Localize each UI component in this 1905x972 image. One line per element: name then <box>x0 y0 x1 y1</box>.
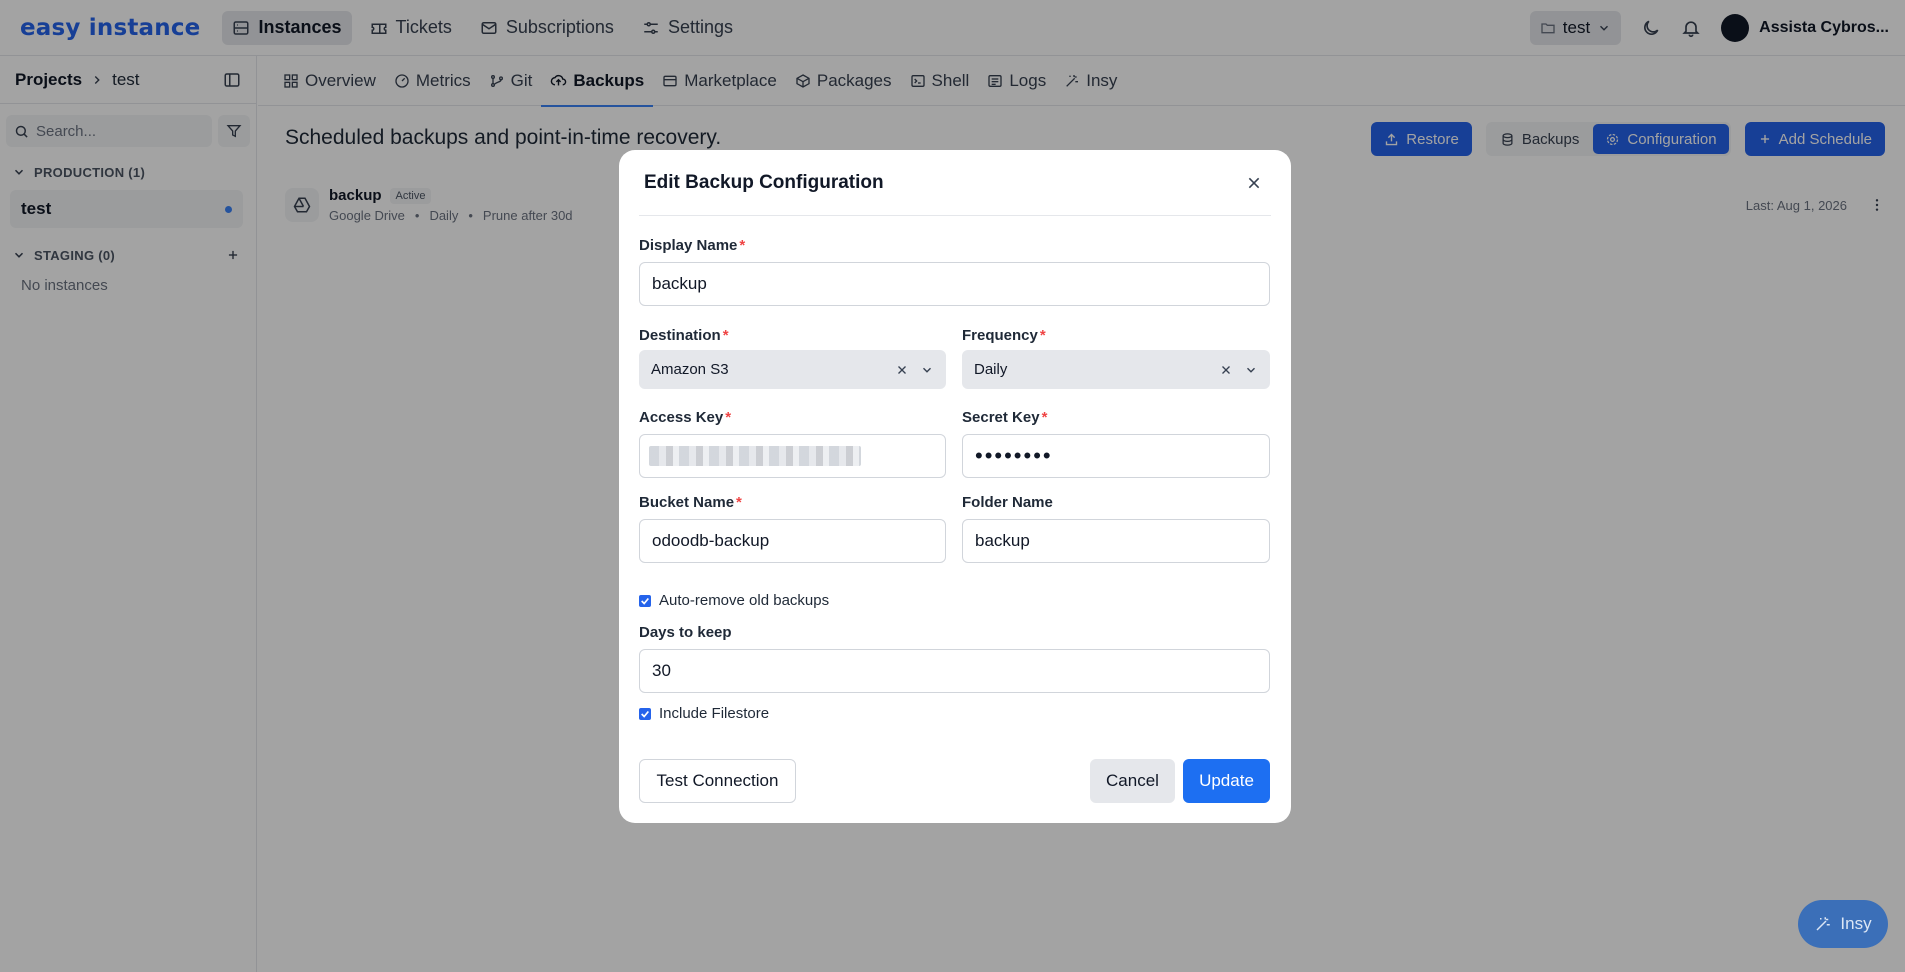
required-marker: * <box>722 327 729 344</box>
folder-name-label: Folder Name <box>962 494 1053 511</box>
folder-name-label-text: Folder Name <box>962 494 1053 511</box>
destination-select[interactable]: Amazon S3 <box>639 350 946 389</box>
wand-icon <box>1816 917 1831 931</box>
clear-icon[interactable] <box>896 364 908 376</box>
bucket-name-label: Bucket Name * <box>639 494 742 511</box>
folder-name-input[interactable]: backup <box>962 519 1270 563</box>
include-filestore-checkbox[interactable] <box>639 707 651 720</box>
include-filestore-label: Include Filestore <box>659 705 770 722</box>
required-marker: * <box>1041 409 1048 426</box>
frequency-select[interactable]: Daily <box>962 350 1270 389</box>
required-marker: * <box>736 494 742 511</box>
days-to-keep-input[interactable]: 30 <box>639 649 1270 693</box>
secret-key-label: Secret Key * <box>962 409 1047 426</box>
access-key-label-text: Access Key <box>639 409 724 426</box>
bucket-name-label-text: Bucket Name <box>639 494 735 511</box>
close-button[interactable] <box>1242 171 1266 195</box>
frequency-value: Daily <box>974 361 1008 378</box>
secret-key-value: •••••••• <box>975 443 1053 468</box>
required-marker: * <box>725 409 732 426</box>
auto-remove-checkbox[interactable] <box>639 594 651 607</box>
destination-label-text: Destination <box>639 327 721 344</box>
access-key-input[interactable] <box>639 434 946 478</box>
modal-header: Edit Backup Configuration <box>639 150 1271 216</box>
bucket-name-value: odoodb-backup <box>652 531 770 550</box>
bucket-name-input[interactable]: odoodb-backup <box>639 519 946 563</box>
edit-backup-modal: Edit Backup Configuration Display Name * … <box>619 150 1291 823</box>
frequency-label-text: Frequency <box>962 327 1038 344</box>
check-icon <box>641 597 649 605</box>
secret-key-input[interactable]: •••••••• <box>962 434 1270 478</box>
auto-remove-label: Auto-remove old backups <box>659 592 830 609</box>
days-to-keep-value: 30 <box>652 661 671 680</box>
redacted-access-key <box>649 446 861 466</box>
insy-assistant-button[interactable]: Insy <box>1798 900 1888 948</box>
cancel-button[interactable]: Cancel <box>1090 759 1175 803</box>
include-filestore-row: Include Filestore <box>639 705 769 722</box>
insy-assistant-label: Insy <box>1840 914 1872 933</box>
secret-key-label-text: Secret Key <box>962 409 1040 426</box>
clear-icon[interactable] <box>1220 364 1232 376</box>
destination-label: Destination * <box>639 327 729 344</box>
access-key-label: Access Key * <box>639 409 731 426</box>
auto-remove-row: Auto-remove old backups <box>639 592 829 609</box>
check-icon <box>641 710 649 718</box>
destination-value: Amazon S3 <box>651 361 729 378</box>
days-to-keep-label: Days to keep <box>639 624 732 641</box>
close-icon <box>1248 177 1260 188</box>
frequency-label: Frequency * <box>962 327 1046 344</box>
required-marker: * <box>739 237 746 254</box>
display-name-input[interactable]: backup <box>639 262 1270 306</box>
chevron-down-icon <box>923 367 931 373</box>
chevron-down-icon <box>1247 367 1255 373</box>
display-name-label-text: Display Name <box>639 237 738 254</box>
update-button[interactable]: Update <box>1183 759 1270 803</box>
test-connection-button[interactable]: Test Connection <box>639 759 796 803</box>
display-name-value: backup <box>652 274 707 293</box>
display-name-label: Display Name * <box>639 237 745 254</box>
days-to-keep-label-text: Days to keep <box>639 624 732 641</box>
modal-title: Edit Backup Configuration <box>644 171 884 193</box>
folder-name-value: backup <box>975 531 1030 550</box>
required-marker: * <box>1039 327 1046 344</box>
